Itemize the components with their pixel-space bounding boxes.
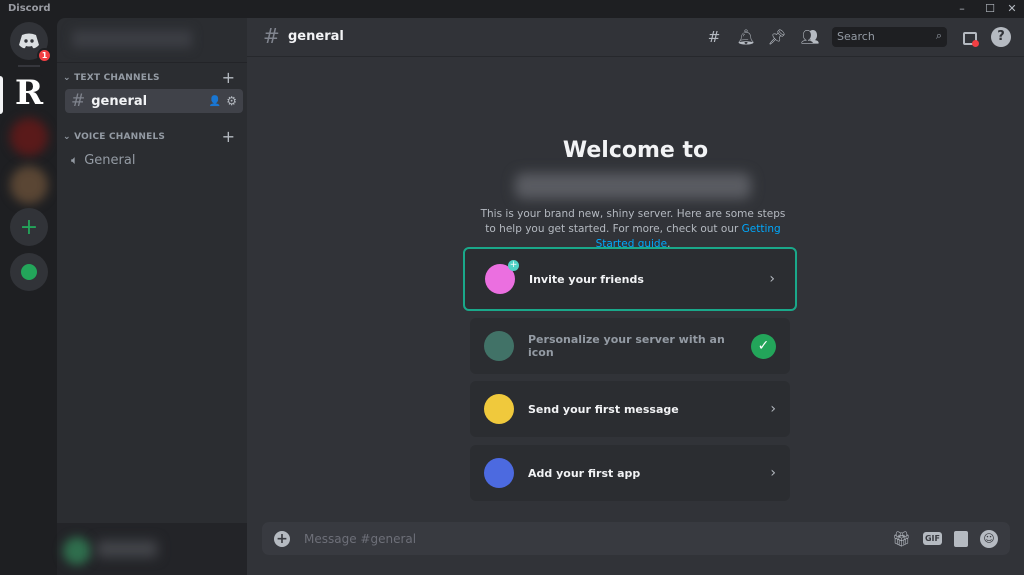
username [97, 541, 157, 557]
category-label: TEXT CHANNELS [74, 73, 160, 83]
divider [18, 65, 40, 67]
sticker-icon[interactable] [954, 530, 968, 547]
channel-title: general [288, 29, 344, 44]
discord-logo-icon [19, 33, 39, 49]
maximize-button[interactable]: ☐ [980, 1, 1000, 17]
bell-icon[interactable]: 🔔︎ [736, 27, 756, 47]
message-composer[interactable]: + Message #general 🎁︎ GIF ☺ [262, 522, 1010, 555]
hash-icon: # [71, 91, 86, 111]
add-server-button[interactable]: + [10, 208, 48, 246]
description-text: This is your brand new, shiny server. He… [480, 208, 786, 235]
search-placeholder: Search [837, 30, 875, 43]
step-label: Send your first message [528, 402, 679, 416]
search-icon: ⌕ [935, 29, 942, 42]
step-invite-friends[interactable]: + Invite your friends › [463, 247, 797, 311]
message-input[interactable]: Message #general [304, 532, 882, 546]
app-title: Discord [8, 3, 51, 14]
welcome-title: Welcome to [562, 138, 709, 163]
main-content: # general # 🔔︎ 📌︎ 👥︎ Search ⌕ ? Welcome t… [247, 18, 1024, 575]
step-personalize[interactable]: Personalize your server with an icon ✓ [470, 318, 790, 374]
notification-badge: 1 [37, 48, 52, 63]
category-voice-channels[interactable]: ⌄ VOICE CHANNELS [63, 132, 165, 142]
compass-icon [21, 264, 37, 280]
check-icon: ✓ [751, 333, 776, 359]
channel-sidebar: ⌄ TEXT CHANNELS + # general 👤 ⚙ ⌄ VOICE … [57, 18, 247, 575]
invite-icon[interactable]: 👤 [209, 96, 221, 107]
server-logo-icon: R [14, 73, 44, 113]
channel-name: general [91, 93, 148, 109]
avatar[interactable] [63, 537, 91, 565]
chevron-right-icon: › [770, 401, 776, 417]
category-text-channels[interactable]: ⌄ TEXT CHANNELS [63, 73, 160, 83]
step-label: Personalize your server with an icon [528, 333, 725, 359]
step-label: Invite your friends [529, 272, 644, 286]
category-label: VOICE CHANNELS [74, 132, 166, 142]
pin-icon[interactable]: 📌︎ [767, 27, 787, 47]
server-rail: 1 R + [0, 18, 57, 575]
channel-voice-general[interactable]: 🔈︎ General [65, 148, 243, 172]
message-icon [484, 394, 514, 424]
server-name-header[interactable] [72, 30, 192, 48]
gif-button[interactable]: GIF [922, 532, 942, 545]
close-button[interactable]: ✕ [1002, 1, 1022, 17]
step-add-app[interactable]: Add your first app › [470, 445, 790, 501]
channel-header: # general # 🔔︎ 📌︎ 👥︎ Search ⌕ ? [247, 18, 1024, 57]
welcome-description: This is your brand new, shiny server. He… [475, 207, 791, 252]
brush-icon [484, 331, 514, 361]
inbox-icon[interactable] [960, 27, 980, 47]
explore-button[interactable] [10, 253, 48, 291]
app-icon [484, 458, 514, 488]
members-icon[interactable]: 👥︎ [800, 27, 820, 47]
title-bar: Discord – ☐ ✕ [0, 0, 1024, 18]
emoji-icon[interactable]: ☺ [980, 529, 998, 548]
search-input[interactable]: Search ⌕ [832, 27, 947, 47]
plus-icon: + [19, 214, 39, 240]
speaker-icon: 🔈︎ [71, 152, 79, 167]
server-icon-blurred[interactable] [10, 118, 48, 156]
invite-icon: + [485, 260, 519, 294]
help-icon[interactable]: ? [991, 27, 1011, 47]
step-label: Add your first app [528, 466, 641, 480]
chevron-right-icon: › [770, 465, 776, 481]
divider [57, 62, 247, 63]
home-button[interactable]: 1 [10, 22, 52, 63]
threads-icon[interactable]: # [704, 27, 724, 47]
user-panel [57, 523, 247, 575]
active-indicator [0, 76, 3, 114]
add-attachment-icon[interactable]: + [274, 530, 290, 547]
server-icon-r[interactable]: R [10, 73, 48, 113]
minimize-button[interactable]: – [952, 1, 972, 17]
channel-general[interactable]: # general 👤 ⚙ [65, 89, 243, 113]
create-channel-icon[interactable]: + [222, 127, 235, 146]
chevron-right-icon: › [769, 271, 775, 287]
step-send-message[interactable]: Send your first message › [470, 381, 790, 437]
server-icon-blurred[interactable] [10, 166, 48, 204]
gift-icon[interactable]: 🎁︎ [892, 530, 911, 548]
channel-name: General [84, 152, 136, 168]
hash-icon: # [263, 24, 280, 48]
server-name-blurred [515, 173, 751, 199]
create-channel-icon[interactable]: + [222, 68, 235, 87]
gear-icon[interactable]: ⚙ [226, 94, 237, 108]
